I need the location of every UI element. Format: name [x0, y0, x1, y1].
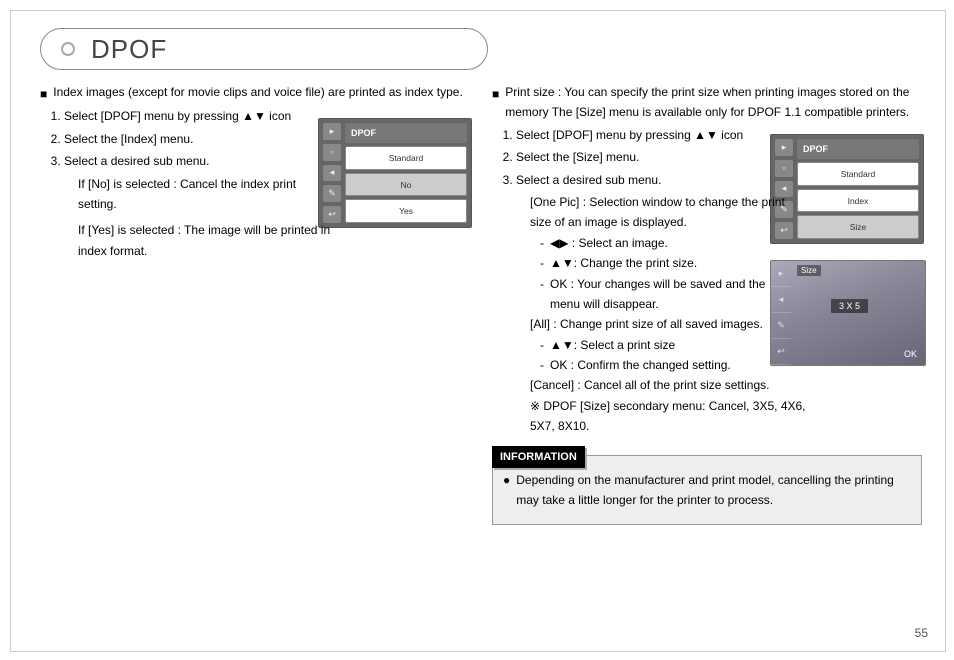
left-yes-text: If [Yes] is selected : The image will be…: [78, 220, 338, 261]
heading-bullet-icon: [61, 42, 75, 56]
right-intro: Print size : You can specify the print s…: [505, 82, 920, 123]
page-title: DPOF: [91, 34, 167, 65]
right-step: Select a desired sub menu.: [516, 170, 920, 190]
dash-item: ◀▶ : Select an image.: [550, 233, 668, 253]
heading-container: DPOF: [40, 28, 488, 70]
right-step: Select [DPOF] menu by pressing ▲▼ icon: [516, 125, 920, 145]
right-steps: Select [DPOF] menu by pressing ▲▼ icon S…: [516, 125, 920, 190]
information-box: INFORMATION ● Depending on the manufactu…: [492, 455, 922, 526]
left-no-text: If [No] is selected : Cancel the index p…: [78, 174, 328, 215]
square-bullet-icon: ■: [492, 84, 499, 104]
one-pic-text: [One Pic] : Selection window to change t…: [530, 192, 790, 233]
heading-pill: DPOF: [40, 28, 488, 70]
information-label: INFORMATION: [492, 446, 585, 469]
left-step: Select [DPOF] menu by pressing ▲▼ icon: [64, 106, 468, 126]
dash-item: ▲▼: Select a print size: [550, 335, 675, 355]
left-step: Select the [Index] menu.: [64, 129, 468, 149]
dash-item: OK : Confirm the changed setting.: [550, 355, 731, 375]
left-steps: Select [DPOF] menu by pressing ▲▼ icon S…: [64, 106, 468, 171]
all-text: [All] : Change print size of all saved i…: [530, 314, 920, 334]
cancel-text: [Cancel] : Cancel all of the print size …: [530, 375, 920, 395]
dash-item: ▲▼: Change the print size.: [550, 253, 697, 273]
page-number: 55: [915, 626, 928, 640]
size-note: ※ DPOF [Size] secondary menu: Cancel, 3X…: [530, 396, 810, 437]
square-bullet-icon: ■: [40, 84, 47, 104]
right-step: Select the [Size] menu.: [516, 147, 920, 167]
left-step: Select a desired sub menu.: [64, 151, 468, 171]
information-text: Depending on the manufacturer and print …: [516, 470, 911, 511]
dash-item: OK : Your changes will be saved and the …: [550, 274, 780, 315]
left-column: ■ Index images (except for movie clips a…: [40, 82, 468, 525]
left-intro: Index images (except for movie clips and…: [53, 82, 463, 102]
circle-bullet-icon: ●: [503, 470, 510, 511]
right-column: ■ Print size : You can specify the print…: [492, 82, 920, 525]
